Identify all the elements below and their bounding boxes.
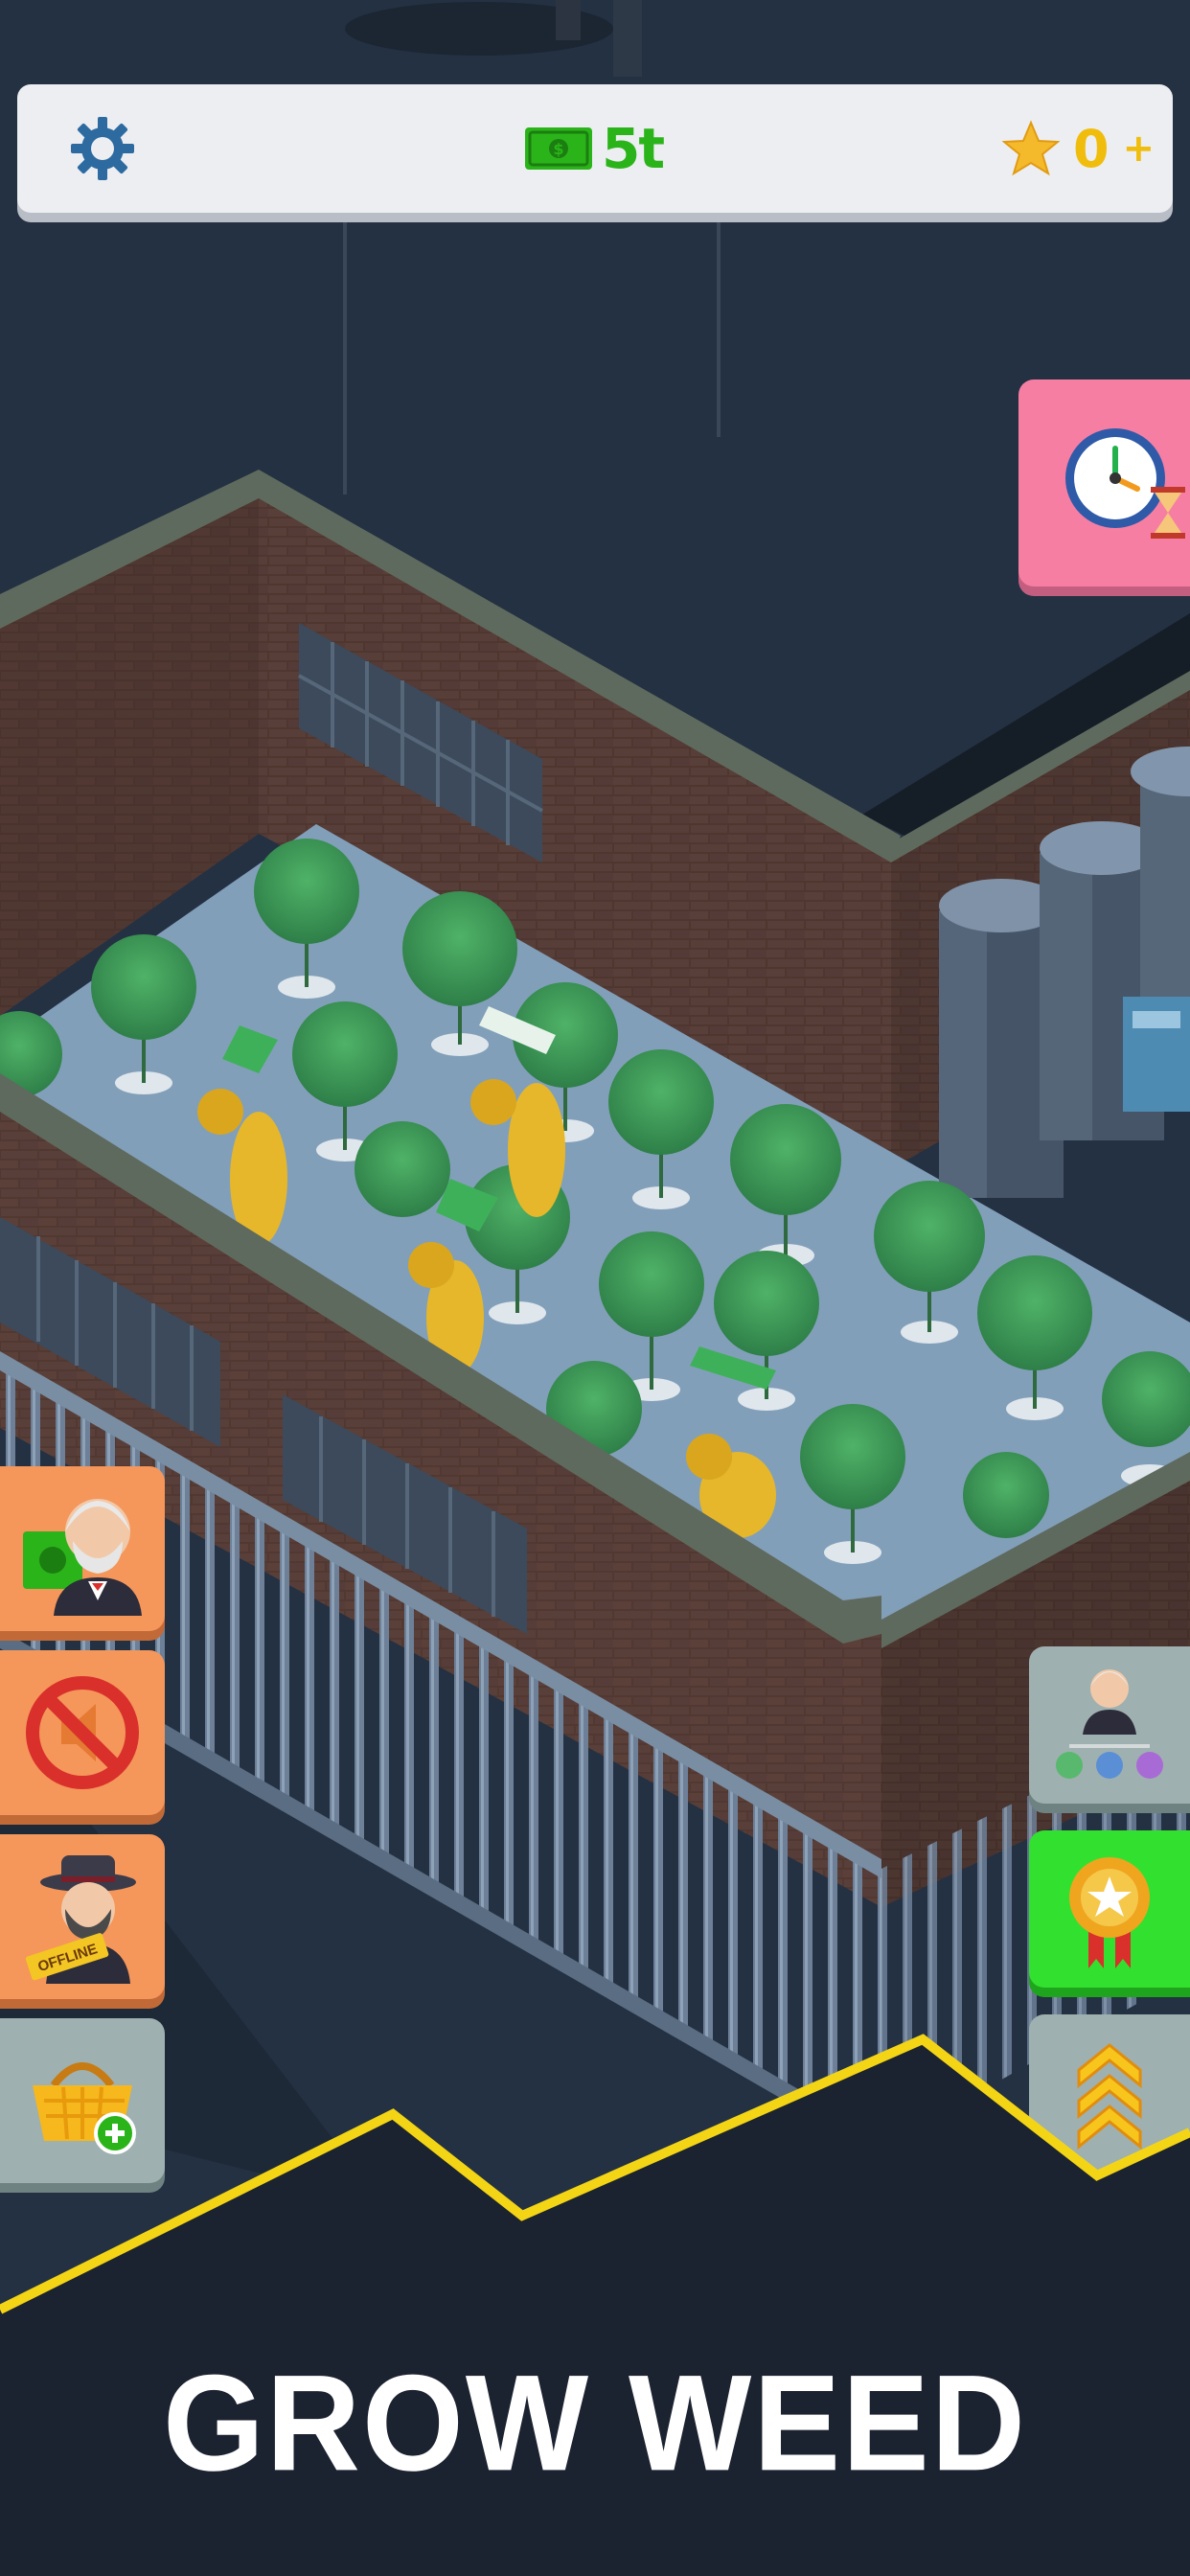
top-hud: $ 5t 0 +: [17, 84, 1173, 213]
managers-team-button[interactable]: [1029, 1646, 1190, 1804]
banner-title: GROW WEED: [163, 2346, 1027, 2499]
settings-gear-icon[interactable]: [63, 109, 142, 188]
time-boost-button[interactable]: [1018, 380, 1190, 586]
cash-bill-icon: $: [525, 127, 592, 170]
offline-manager-icon: OFFLINE: [25, 1855, 136, 1984]
shop-button[interactable]: [0, 2018, 165, 2183]
stars-value: 0: [1073, 118, 1110, 179]
chevron-rank-icon: [1077, 2043, 1142, 2150]
stars-add-plus[interactable]: +: [1123, 126, 1156, 171]
game-scene: [0, 0, 1190, 2204]
manager-team-icon: [1056, 1669, 1163, 1779]
achievements-button[interactable]: [1029, 1830, 1190, 1988]
stars-counter[interactable]: 0 +: [1002, 105, 1155, 192]
upgrades-button[interactable]: [1029, 2014, 1190, 2172]
basket-add-icon: [33, 2062, 136, 2154]
cash-value: 5t: [602, 116, 665, 181]
svg-text:$: $: [553, 140, 563, 158]
cash-counter: $ 5t: [525, 105, 665, 192]
clock-hourglass-icon: [1065, 428, 1185, 539]
medal-icon: [1069, 1857, 1150, 1968]
no-ads-icon: [26, 1676, 139, 1789]
star-icon: [1002, 120, 1060, 176]
manager-cash-boost-button[interactable]: [0, 1466, 165, 1631]
no-ads-button[interactable]: [0, 1650, 165, 1815]
offline-earnings-button[interactable]: OFFLINE: [0, 1834, 165, 1999]
manager-cash-icon: [23, 1499, 142, 1616]
